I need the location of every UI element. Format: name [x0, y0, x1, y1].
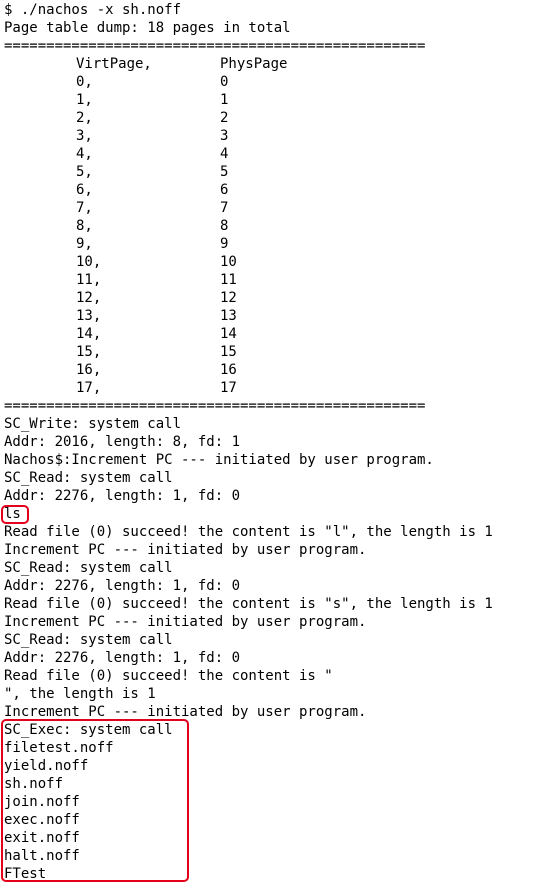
page-table-row: 8, 8 [0, 217, 535, 235]
phys-page-cell: 9 [220, 236, 229, 252]
page-table-row: 13, 13 [0, 307, 535, 325]
log-line: SC_Read: system call [4, 470, 173, 486]
virt-page-cell: 7, [76, 200, 93, 216]
log-line: SC_Read: system call [4, 632, 173, 648]
log-line: ", the length is 1 [4, 686, 156, 702]
page-table-row: 15, 15 [0, 343, 535, 361]
virt-page-cell: 15, [76, 344, 102, 360]
phys-page-cell: 2 [220, 110, 229, 126]
phys-page-cell: 16 [220, 362, 237, 378]
log-line: SC_Write: system call [4, 416, 182, 432]
page-table-row: 0, 0 [0, 73, 535, 91]
separator-top: ========================================… [4, 38, 426, 54]
log-line: Increment PC --- initiated by user progr… [4, 542, 367, 558]
log-line: filetest.noff [4, 740, 114, 756]
virt-page-cell: 6, [76, 182, 93, 198]
page-table-row: 9, 9 [0, 235, 535, 253]
log-line: yield.noff [4, 758, 89, 774]
phys-page-cell: 3 [220, 128, 229, 144]
page-table-row: 7, 7 [0, 199, 535, 217]
log-line: SC_Exec: system call [4, 722, 173, 738]
log-line: sh.noff [4, 776, 64, 792]
log-line: Addr: 2276, length: 1, fd: 0 [4, 488, 241, 504]
page-table-row: 1, 1 [0, 91, 535, 109]
command-line: $ ./nachos -x sh.noff [4, 2, 182, 18]
phys-page-cell: 4 [220, 146, 229, 162]
page-table-row: 2, 2 [0, 109, 535, 127]
phys-page-cell: 8 [220, 218, 229, 234]
phys-page-cell: 5 [220, 164, 229, 180]
log-line: Read file (0) succeed! the content is " [4, 668, 333, 684]
phys-page-cell: 7 [220, 200, 229, 216]
phys-page-cell: 1 [220, 92, 229, 108]
dump-title: Page table dump: 18 pages in total [4, 20, 291, 36]
phys-page-cell: 17 [220, 380, 237, 396]
page-table-row: 4, 4 [0, 145, 535, 163]
log-line: exit.noff [4, 830, 80, 846]
virt-page-cell: 13, [76, 308, 102, 324]
log-line: SC_Read: system call [4, 560, 173, 576]
separator-bottom: ========================================… [4, 398, 426, 414]
log-line: Read file (0) succeed! the content is "s… [4, 596, 493, 612]
phys-page-cell: 13 [220, 308, 237, 324]
log-line: Addr: 2276, length: 1, fd: 0 [4, 578, 241, 594]
phys-page-cell: 0 [220, 74, 229, 90]
virt-page-cell: 1, [76, 92, 93, 108]
phys-page-cell: 6 [220, 182, 229, 198]
header-virtpage: VirtPage, [76, 56, 152, 72]
log-line: exec.noff [4, 812, 80, 828]
page-table-row: 5, 5 [0, 163, 535, 181]
page-table-row: 10, 10 [0, 253, 535, 271]
header-physpage: PhysPage [220, 56, 288, 72]
phys-page-cell: 11 [220, 272, 237, 288]
page-table-row: 12, 12 [0, 289, 535, 307]
virt-page-cell: 0, [76, 74, 93, 90]
log-line: join.noff [4, 794, 80, 810]
virt-page-cell: 2, [76, 110, 93, 126]
virt-page-cell: 4, [76, 146, 93, 162]
log-line: Addr: 2276, length: 1, fd: 0 [4, 650, 241, 666]
virt-page-cell: 8, [76, 218, 93, 234]
page-table-row: 14, 14 [0, 325, 535, 343]
page-table-row: 6, 6 [0, 181, 535, 199]
virt-page-cell: 11, [76, 272, 102, 288]
virt-page-cell: 14, [76, 326, 102, 342]
virt-page-cell: 10, [76, 254, 102, 270]
log-line: Read file (0) succeed! the content is "l… [4, 524, 493, 540]
terminal-window[interactable]: $ ./nachos -x sh.noff Page table dump: 1… [0, 0, 535, 884]
virt-page-cell: 12, [76, 290, 102, 306]
virt-page-cell: 3, [76, 128, 93, 144]
log-line: Increment PC --- initiated by user progr… [4, 704, 367, 720]
virt-page-cell: 9, [76, 236, 93, 252]
phys-page-cell: 14 [220, 326, 237, 342]
log-line: FTest [4, 866, 47, 882]
page-table-row: 3, 3 [0, 127, 535, 145]
virt-page-cell: 5, [76, 164, 93, 180]
page-table-row: 16, 16 [0, 361, 535, 379]
virt-page-cell: 17, [76, 380, 102, 396]
virt-page-cell: 16, [76, 362, 102, 378]
page-table: 0, 0 1, 1 2, 2 3, 3 4, 4 5, 5 6, 6 7, 7 8, 8 9, 9 10, 10 11, 11… [0, 73, 535, 397]
phys-page-cell: 12 [220, 290, 237, 306]
log-line: Addr: 2016, length: 8, fd: 1 [4, 434, 241, 450]
log-line: Increment PC --- initiated by user progr… [4, 614, 367, 630]
page-table-row: 11, 11 [0, 271, 535, 289]
phys-page-cell: 15 [220, 344, 237, 360]
log-line: halt.noff [4, 848, 80, 864]
log-line: Nachos$:Increment PC --- initiated by us… [4, 452, 434, 468]
phys-page-cell: 10 [220, 254, 237, 270]
log-line: ls [4, 506, 21, 522]
log-output: SC_Write: system call Addr: 2016, length:… [0, 415, 535, 883]
page-table-row: 17, 17 [0, 379, 535, 397]
page-table-header: VirtPage, PhysPage [0, 55, 535, 73]
